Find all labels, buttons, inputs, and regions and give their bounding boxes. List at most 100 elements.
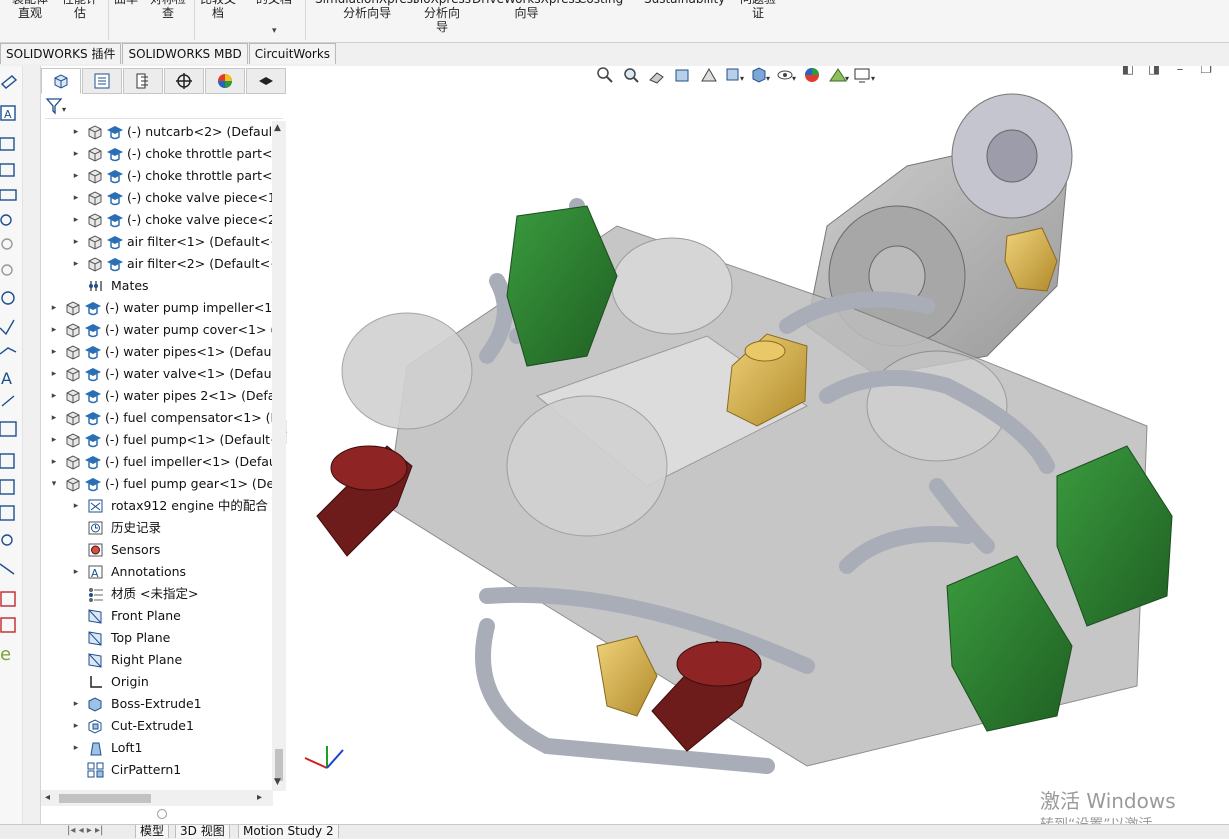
scroll-thumb[interactable] <box>59 794 151 803</box>
tree-item[interactable]: Front Plane <box>41 605 273 627</box>
tree-item-label: (-) fuel compensator<1> (D <box>105 410 273 425</box>
graphics-viewport[interactable]: ▾ ▾ ▾ ▾ ▾ ◧ ◨ – ❐ 激活 Windows <box>287 66 1229 824</box>
tree-item[interactable]: ▾ (-) fuel pump gear<1> (Def <box>41 473 273 495</box>
tree-item[interactable]: ▸ air filter<1> (Default<< <box>41 231 273 253</box>
expand-arrow-icon[interactable]: ▸ <box>71 253 81 275</box>
tree-item[interactable]: ▸ Boss-Extrude1 <box>41 693 273 715</box>
tree-item[interactable]: CirPattern1 <box>41 759 273 781</box>
tree-item[interactable]: Top Plane <box>41 627 273 649</box>
ribbon-command-6[interactable]: SimulationXpress 分析向导 <box>315 0 419 20</box>
filter-icon[interactable]: ▾ <box>45 96 69 116</box>
tree-item[interactable]: ▸ (-) choke valve piece<2 <box>41 209 273 231</box>
camera-icon <box>0 453 15 469</box>
tree-item[interactable]: ▸ Cut-Extrude1 <box>41 715 273 737</box>
tree-item[interactable]: ▸ (-) fuel pump<1> (Default< <box>41 429 273 451</box>
tree-item[interactable]: Origin <box>41 671 273 693</box>
scroll-left-arrow-icon[interactable]: ◂ <box>45 792 50 803</box>
tab-model[interactable]: 模型 <box>135 825 170 838</box>
tab-circuitworks[interactable]: CircuitWorks <box>248 43 337 64</box>
sketch-tool-icon <box>0 75 18 89</box>
expand-arrow-icon[interactable]: ▸ <box>49 363 59 385</box>
plane-icon <box>87 630 103 646</box>
tree-horizontal-scrollbar[interactable]: ◂ ▸ <box>41 790 273 806</box>
expand-arrow-icon[interactable]: ▸ <box>49 319 59 341</box>
expand-arrow-icon[interactable]: ▸ <box>49 451 59 473</box>
ribbon-command-10[interactable]: Sustainability <box>644 0 725 6</box>
ribbon-command-0[interactable]: 装配体 直观 <box>12 0 48 20</box>
tree-item[interactable]: ▸ (-) fuel compensator<1> (D <box>41 407 273 429</box>
tree-item[interactable]: ▸ (-) nutcarb<2> (Default< <box>41 121 273 143</box>
dropdown-arrow-icon[interactable]: ▾ <box>272 26 277 36</box>
ribbon-command-5[interactable]: 的文档 <box>256 0 292 6</box>
part-component-icon <box>87 124 123 140</box>
ribbon-command-2[interactable]: 曲率 <box>114 0 138 6</box>
tab-solidworks-mbd[interactable]: SOLIDWORKS MBD <box>122 43 248 64</box>
tree-item-label: 材质 <未指定> <box>111 586 199 601</box>
expand-arrow-icon[interactable]: ▸ <box>71 737 81 759</box>
expand-arrow-icon[interactable]: ▸ <box>71 121 81 143</box>
tree-item[interactable]: ▸ (-) choke valve piece<1 <box>41 187 273 209</box>
expand-arrow-icon[interactable]: ▸ <box>71 561 81 583</box>
expand-arrow-icon[interactable]: ▸ <box>49 407 59 429</box>
ribbon-command-11[interactable]: 问题验 证 <box>740 0 776 20</box>
tree-item[interactable]: ▸ (-) water pump impeller<1> <box>41 297 273 319</box>
tree-item[interactable]: ▸ Loft1 <box>41 737 273 759</box>
tab-solidworks-addins[interactable]: SOLIDWORKS 插件 <box>0 43 122 64</box>
expand-arrow-icon[interactable]: ▸ <box>71 495 81 517</box>
tab-dimxpert-manager[interactable] <box>164 68 204 94</box>
history-icon <box>87 520 103 536</box>
tab-motion-study[interactable]: Motion Study 2 <box>238 825 339 838</box>
tree-item[interactable]: Mates <box>41 275 273 297</box>
ribbon-command-8[interactable]: DriveWorksXpress 向导 <box>472 0 581 20</box>
scroll-right-arrow-icon[interactable]: ▸ <box>257 792 262 803</box>
ribbon-command-1[interactable]: 性能评 估 <box>62 0 98 20</box>
tree-item[interactable]: ▸ air filter<2> (Default<< <box>41 253 273 275</box>
tree-item[interactable]: ▸ (-) water pipes<1> (Default <box>41 341 273 363</box>
origin-icon <box>87 674 103 690</box>
expand-arrow-icon[interactable]: ▸ <box>49 385 59 407</box>
tree-item[interactable]: ▸ (-) fuel impeller<1> (Defaul <box>41 451 273 473</box>
tab-display-manager[interactable] <box>205 68 245 94</box>
collapse-arrow-icon[interactable]: ▾ <box>49 473 59 495</box>
expand-arrow-icon[interactable]: ▸ <box>71 693 81 715</box>
tool-icon <box>0 563 15 575</box>
tab-3d-view[interactable]: 3D 视图 <box>175 825 230 838</box>
expand-arrow-icon[interactable]: ▸ <box>49 341 59 363</box>
tree-vertical-scrollbar[interactable]: ▲ ▼ <box>272 121 286 791</box>
ribbon-command-3[interactable]: 对称检 查 <box>150 0 186 20</box>
tab-property-manager[interactable] <box>82 68 122 94</box>
tree-item[interactable]: ▸ (-) water pipes 2<1> (Defau <box>41 385 273 407</box>
tree-item[interactable]: ▸ (-) water pump cover<1> ( <box>41 319 273 341</box>
tree-item[interactable]: Sensors <box>41 539 273 561</box>
ribbon-command-7[interactable]: FloXpress 分析向 导 <box>413 0 471 34</box>
tree-item[interactable]: ▸ (-) choke throttle part< <box>41 165 273 187</box>
tab-navigation-arrows[interactable]: |◂ ◂ ▸ ▸| <box>67 825 103 836</box>
expand-arrow-icon[interactable]: ▸ <box>49 429 59 451</box>
engine-3d-model[interactable] <box>287 66 1229 824</box>
expand-arrow-icon[interactable]: ▸ <box>49 297 59 319</box>
expand-arrow-icon[interactable]: ▸ <box>71 715 81 737</box>
ribbon-command-4[interactable]: 比较文 档 <box>200 0 236 20</box>
ribbon-command-9[interactable]: Costing <box>578 0 623 6</box>
tree-item[interactable]: ▸ rotax912 engine 中的配合 <box>41 495 273 517</box>
left-command-icons[interactable]: A A e ▾ <box>0 66 31 836</box>
tree-item[interactable]: Right Plane <box>41 649 273 671</box>
scroll-down-arrow-icon[interactable]: ▼ <box>274 777 281 787</box>
tree-item[interactable]: ▸ (-) choke throttle part< <box>41 143 273 165</box>
tree-item[interactable]: 材质 <未指定> <box>41 583 273 605</box>
expand-arrow-icon[interactable]: ▸ <box>71 143 81 165</box>
tree-item[interactable]: 历史记录 <box>41 517 273 539</box>
expand-arrow-icon[interactable]: ▸ <box>71 231 81 253</box>
expand-arrow-icon[interactable]: ▸ <box>71 187 81 209</box>
tab-configuration-manager[interactable] <box>123 68 163 94</box>
tab-feature-manager[interactable] <box>41 68 81 94</box>
tree-filter-bar[interactable]: ▾ <box>45 96 283 119</box>
splitter-handle[interactable] <box>157 809 167 819</box>
tree-item-label: (-) water pipes<1> (Default <box>105 344 273 359</box>
tree-item[interactable]: ▸ (-) water valve<1> (Default <box>41 363 273 385</box>
expand-arrow-icon[interactable]: ▸ <box>71 209 81 231</box>
tree-item[interactable]: ▸ A Annotations <box>41 561 273 583</box>
tab-cam-manager[interactable] <box>246 68 286 94</box>
expand-arrow-icon[interactable]: ▸ <box>71 165 81 187</box>
scroll-up-arrow-icon[interactable]: ▲ <box>274 123 281 133</box>
